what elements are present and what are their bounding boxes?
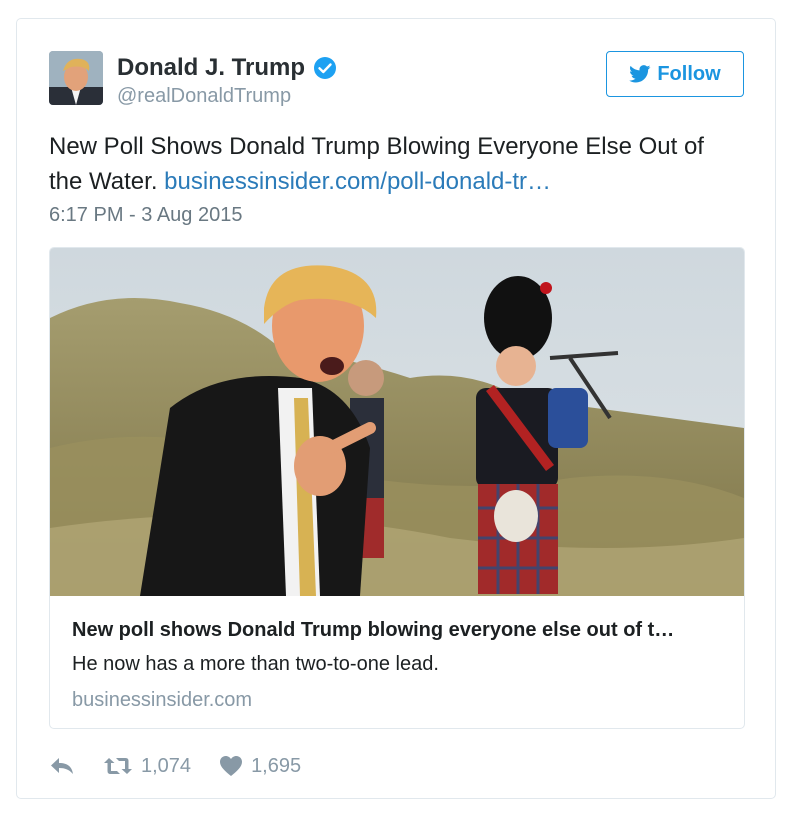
tweet-embed: Donald J. Trump @realDonaldTrump Follow … <box>16 18 776 799</box>
reply-icon <box>51 758 73 774</box>
follow-button[interactable]: Follow <box>606 51 744 97</box>
heart-icon <box>220 756 243 776</box>
follow-label: Follow <box>657 62 721 85</box>
author-name-row: Donald J. Trump <box>117 54 337 82</box>
tweet-link[interactable]: businessinsider.com/poll-donald-tr… <box>164 168 551 195</box>
verified-badge-icon <box>313 56 337 80</box>
avatar[interactable] <box>49 51 103 105</box>
card-domain: businessinsider.com <box>72 689 253 711</box>
user-handle[interactable]: @realDonaldTrump <box>117 84 291 108</box>
timestamp[interactable]: 6:17 PM - 3 Aug 2015 <box>49 203 242 227</box>
retweet-button[interactable]: 1,074 <box>103 755 191 778</box>
display-name[interactable]: Donald J. Trump <box>117 54 305 82</box>
tweet-actions: 1,074 1,695 <box>49 751 301 781</box>
bird-icon <box>629 65 651 83</box>
card-image <box>50 248 744 596</box>
like-count: 1,695 <box>251 754 302 777</box>
like-button[interactable]: 1,695 <box>219 755 301 778</box>
card-title: New poll shows Donald Trump blowing ever… <box>72 619 675 641</box>
link-card[interactable]: New poll shows Donald Trump blowing ever… <box>49 247 745 729</box>
retweet-icon <box>104 758 132 774</box>
card-description: He now has a more than two-to-one lead. <box>72 653 439 675</box>
retweet-count: 1,074 <box>141 754 192 777</box>
tweet-text: New Poll Shows Donald Trump Blowing Ever… <box>49 129 739 199</box>
reply-button[interactable] <box>49 756 75 776</box>
